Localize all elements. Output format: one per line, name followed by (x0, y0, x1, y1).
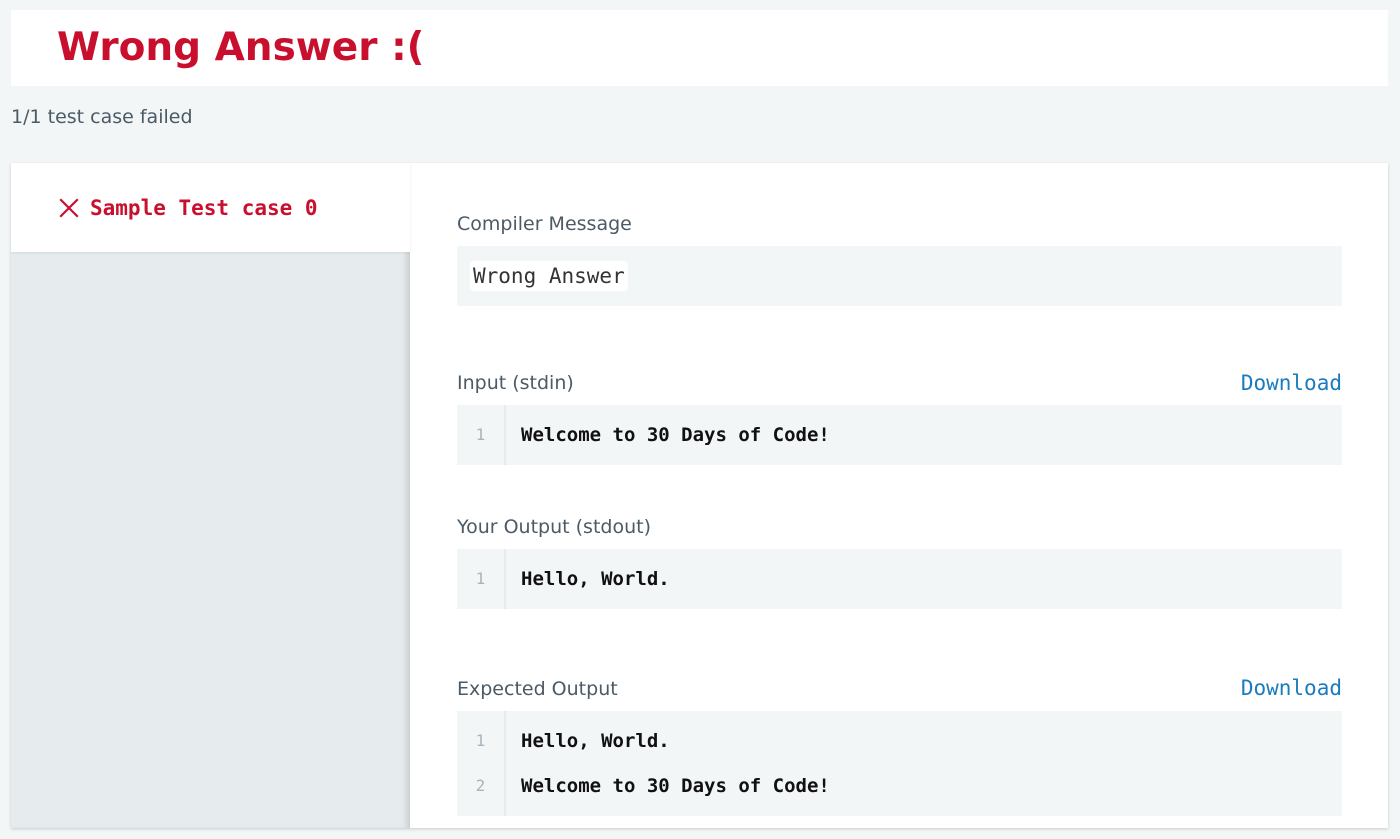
x-icon (59, 198, 79, 218)
test-case-label: Sample Test case 0 (90, 196, 318, 220)
test-case-tab-sample-0[interactable]: Sample Test case 0 (11, 163, 410, 252)
test-case-details: Compiler Message Wrong Answer Input (std… (410, 163, 1388, 828)
code-line: Hello, World. (521, 730, 670, 752)
compiler-message-box: Wrong Answer (457, 246, 1342, 306)
code-line: Welcome to 30 Days of Code! (521, 775, 830, 797)
input-label: Input (stdin) (457, 372, 574, 394)
line-number: 1 (475, 731, 486, 750)
your-output-code-box: 1 Hello, World. (457, 549, 1342, 609)
test-case-sidebar: Sample Test case 0 (11, 163, 410, 828)
line-number: 1 (475, 425, 486, 444)
compiler-message-text: Wrong Answer (470, 261, 628, 291)
input-code-box: 1 Welcome to 30 Days of Code! (457, 405, 1342, 465)
result-header: Wrong Answer :( (11, 10, 1388, 86)
your-output-label: Your Output (stdout) (457, 516, 651, 538)
expected-output-download-link[interactable]: Download (1241, 674, 1342, 702)
expected-output-code-box: 1 Hello, World. 2 Welcome to 30 Days of … (457, 711, 1342, 816)
line-number: 1 (475, 569, 486, 588)
test-summary: 1/1 test case failed (11, 106, 193, 128)
line-number: 2 (475, 776, 486, 795)
code-line: Hello, World. (521, 568, 670, 590)
code-line: Welcome to 30 Days of Code! (521, 424, 830, 446)
expected-output-label: Expected Output (457, 678, 618, 700)
input-download-link[interactable]: Download (1241, 369, 1342, 397)
results-panel: Sample Test case 0 Compiler Message Wron… (11, 163, 1388, 828)
result-title: Wrong Answer :( (57, 25, 425, 70)
compiler-message-label: Compiler Message (457, 213, 632, 235)
